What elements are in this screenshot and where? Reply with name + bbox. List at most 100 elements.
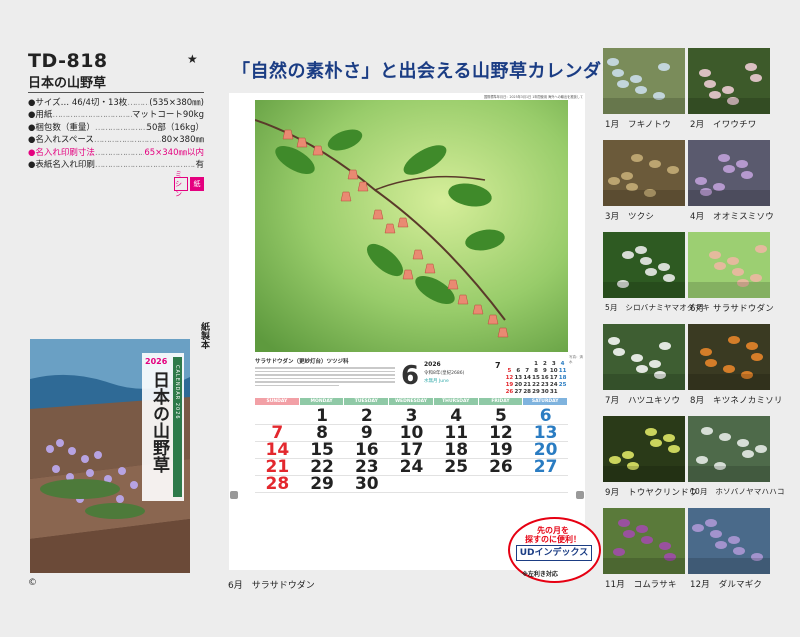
credit-line: 国際標準年月日：2025年3月1日 1年間使用 海外への輸出を推奨して <box>484 95 583 99</box>
caption-text-line <box>255 374 395 376</box>
flower-image <box>255 100 568 352</box>
spec-value: 65×340㎜以内 <box>144 147 204 158</box>
thumbnail-image <box>603 337 685 390</box>
spec-leader <box>52 109 131 121</box>
thumbnail-image <box>603 519 685 574</box>
binding-label: 紙製本 <box>199 322 209 349</box>
mini-day: 30 <box>541 389 549 395</box>
thumbnail-label: 11月 コムラサキ <box>605 580 677 590</box>
mini-day: 8 <box>534 368 538 374</box>
binding-hole <box>230 491 238 499</box>
mini-calendar: 1 2 3 4 5 6 7 8 9 10 11 12 13 14 15 16 17 18 19 20 21 22 23 24 2… <box>505 361 567 396</box>
spec-leader <box>95 147 144 159</box>
mini-day: 20 <box>514 382 523 388</box>
thumbnail-label: 3月 ツクシ <box>605 212 655 222</box>
mini-week: 26 27 28 29 30 31 <box>505 389 567 396</box>
mini-week: 19 20 21 22 23 24 25 <box>505 382 567 389</box>
thumbnail-label: 6月 サラサドウダン <box>690 304 774 314</box>
thumbnail-image <box>688 519 770 574</box>
calendar-day: 30 <box>354 474 379 494</box>
mini-day: 19 <box>505 382 514 388</box>
month-thumbnail <box>688 416 770 482</box>
mini-day: 15 <box>532 375 540 381</box>
weekday-sunday: SUNDAY <box>255 398 299 405</box>
month-photo <box>255 100 568 352</box>
calendar-day: 27 <box>533 457 558 477</box>
thumbnail-image <box>688 63 770 114</box>
calendar-day: 26 <box>489 457 513 477</box>
mini-day: 18 <box>558 375 567 381</box>
weekday-header: SUNDAY MONDAY TUESDAY WEDNESDAY THURSDAY FRID… <box>255 398 568 405</box>
mini-day: 3 <box>551 361 556 367</box>
cover-title: 日本の山野草 <box>149 371 169 473</box>
spec-leader <box>94 134 161 146</box>
month-name: 水無月 June <box>424 379 449 384</box>
mini-day: 11 <box>558 368 567 374</box>
mini-day: 22 <box>532 382 540 388</box>
caption-text-line <box>255 384 339 386</box>
month-thumbnail <box>688 232 770 298</box>
copyright-mark: © <box>28 578 37 588</box>
spec-row: ●梱包数（重量） 50部（16kg） <box>28 122 204 134</box>
ud-tagline-2: 探すのに便利！ <box>525 535 581 544</box>
spec-value: (535×380㎜) <box>149 98 204 108</box>
thumbnail-image <box>603 154 685 206</box>
spec-row: ●名入れ印刷寸法 65×340㎜以内 <box>28 147 204 159</box>
mini-day <box>514 361 523 368</box>
month-thumbnail <box>603 232 685 298</box>
thumbnail-label: 10月 ホソバノヤマハハコ <box>690 487 785 496</box>
month-thumbnail <box>688 324 770 390</box>
headline: 「自然の素朴さ」と出会える山野草カレンダー <box>232 61 620 82</box>
mini-day: 5 <box>507 368 512 374</box>
mini-day <box>558 389 567 396</box>
spec-key: ●名入れ印刷寸法 <box>28 147 95 158</box>
spec-list: ●サイズ… 46/4切・13枚(535×380㎜)●用紙マットコート90kg●梱… <box>28 97 204 171</box>
year: 2026 <box>424 361 441 368</box>
photo-credit: 写真：清水 <box>569 355 583 364</box>
mini-day: 16 <box>541 375 549 381</box>
spec-key: ●梱包数（重量） <box>28 122 95 133</box>
spec-row: ●サイズ… 46/4切・13枚 (535×380㎜) <box>28 97 204 109</box>
star-icon: ★ <box>187 52 198 66</box>
mini-week: 5 6 7 8 9 10 11 <box>505 368 567 375</box>
weekday-tuesday: TUESDAY <box>344 398 389 405</box>
mini-day: 27 <box>514 389 523 395</box>
mini-week: 12 13 14 15 16 17 18 <box>505 375 567 382</box>
weekday-monday: MONDAY <box>299 398 344 405</box>
caption-text-line <box>255 367 395 369</box>
ud-tagline-1: 先の月を <box>537 526 569 535</box>
thumbnail-label: 2月 イワウチワ <box>690 120 757 130</box>
paper-badge: 紙 <box>190 177 204 191</box>
calendar-day: 25 <box>444 457 469 477</box>
month-thumbnail <box>603 140 685 206</box>
mini-day: 4 <box>560 361 565 367</box>
thumbnail-image <box>688 245 770 298</box>
thumbnail-label: 12月 ダルマギク <box>690 580 763 590</box>
mini-week: 1234 <box>505 361 567 368</box>
mini-day: 26 <box>505 389 514 395</box>
mini-day: 24 <box>549 382 558 388</box>
mini-day: 23 <box>541 382 549 388</box>
spec-value: 有 <box>195 160 204 171</box>
spec-key: ●表紙名入れ印刷 <box>28 160 95 171</box>
spec-key: ●サイズ… 46/4切・13枚 <box>28 98 128 108</box>
divider <box>28 92 204 93</box>
mini-day: 2 <box>542 361 547 367</box>
caption-text-line <box>255 370 395 372</box>
sheet-caption: 6月 サラサドウダン <box>228 581 315 591</box>
mini-day: 7 <box>525 368 530 374</box>
thumbnail-image <box>603 428 685 482</box>
thumbnail-image <box>688 154 770 206</box>
product-code: TD-818 <box>28 50 108 72</box>
spec-value: 80×380㎜ <box>161 135 204 146</box>
mini-day: 6 <box>516 368 521 374</box>
month-thumbnail <box>688 140 770 206</box>
calendar-day: 28 <box>265 474 290 494</box>
ud-badge-title: UDインデックス <box>516 545 592 561</box>
option-badges: ミシン 紙 <box>174 170 204 198</box>
mini-day: 13 <box>514 375 523 381</box>
product-name: 日本の山野草 <box>28 76 107 91</box>
mini-day: 17 <box>549 375 558 381</box>
binding-hole <box>576 491 584 499</box>
ud-badge-note: ※左利き対応 <box>522 571 558 578</box>
